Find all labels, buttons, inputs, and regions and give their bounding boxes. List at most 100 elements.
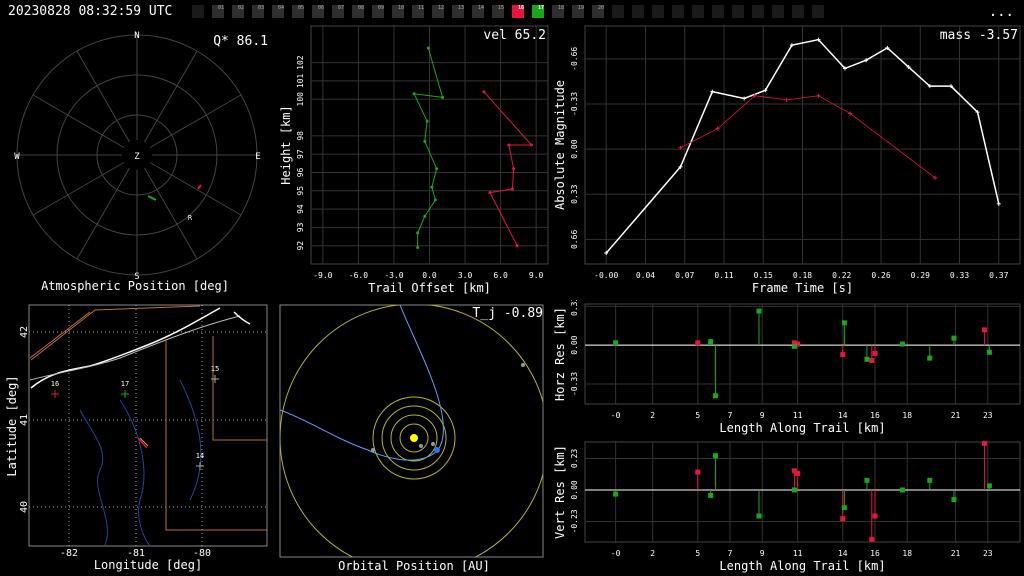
station-toggle-11[interactable]: 11 (412, 5, 424, 18)
y-tick-label: 98 (296, 131, 305, 141)
y-tick-label: -0.23 (570, 509, 579, 533)
x-tick-label: -3.0 (384, 271, 403, 280)
data-point (425, 119, 429, 123)
station-slot-empty[interactable] (772, 5, 784, 18)
data-point (512, 167, 516, 171)
y-tick-label: 0.33 (570, 184, 579, 203)
data-point (869, 536, 875, 542)
x-tick-label: 21 (951, 549, 961, 558)
data-point (435, 167, 439, 171)
station-16-label: 16 (51, 380, 59, 388)
data-point (791, 487, 797, 493)
x-tick-label: 0.22 (832, 271, 851, 280)
x-tick-label: 9 (760, 549, 765, 558)
station-slot-empty[interactable] (732, 5, 744, 18)
data-point (510, 187, 514, 191)
data-point (756, 308, 762, 314)
data-point (426, 46, 430, 50)
x-axis-label: Length Along Trail [km] (719, 559, 885, 573)
compass-east: E (255, 152, 260, 162)
x-tick-label: 18 (902, 549, 912, 558)
data-point (423, 139, 427, 143)
series-1 (613, 308, 992, 399)
station-toggle-01[interactable]: 01 (212, 5, 224, 18)
lat-tick-41: 41 (19, 414, 30, 426)
station-toggle-17[interactable]: 17 (532, 5, 544, 18)
earth-position (434, 447, 440, 453)
station-toggle-04[interactable]: 04 (272, 5, 284, 18)
x-tick-label: 23 (983, 411, 993, 420)
data-point (708, 339, 714, 345)
plot-frame (584, 441, 1021, 543)
series-1 (412, 46, 445, 250)
x-tick-label: 18 (902, 411, 912, 420)
station-toggle-12[interactable]: 12 (432, 5, 444, 18)
station-toggle-10[interactable]: 10 (392, 5, 404, 18)
station-slot-empty[interactable] (812, 5, 824, 18)
station-toggle-07[interactable]: 07 (332, 5, 344, 18)
station-14-marker (196, 462, 204, 470)
x-tick-label: 11 (793, 411, 803, 420)
ground-map: 16 17 15 14 -82 -81 -80 42 41 40 Longitu… (5, 304, 268, 572)
station-toggle-09[interactable]: 09 (372, 5, 384, 18)
meteoroid-orbit (280, 305, 444, 461)
x-tick-label: 2 (650, 549, 655, 558)
y-tick-label: -0.33 (570, 92, 579, 116)
station-toggle-14[interactable]: 14 (472, 5, 484, 18)
station-toggle-06[interactable]: 06 (312, 5, 324, 18)
x-tick-label: 0.26 (871, 271, 890, 280)
station-toggle-13[interactable]: 13 (452, 5, 464, 18)
data-point (951, 497, 957, 503)
station-toggle-03[interactable]: 03 (252, 5, 264, 18)
station-slot-empty[interactable] (752, 5, 764, 18)
station-slot-empty[interactable] (652, 5, 664, 18)
data-point (507, 143, 511, 147)
timestamp: 20230828 08:32:59 UTC (8, 4, 173, 19)
y-tick-label: -0.33 (570, 372, 579, 396)
station-toggle-16[interactable]: 16 (512, 5, 524, 18)
station-slot-empty[interactable] (712, 5, 724, 18)
x-tick-label: 5 (695, 411, 700, 420)
x-tick-label: 0.18 (793, 271, 812, 280)
data-point (441, 95, 445, 99)
x-tick-label: 6.0 (493, 271, 508, 280)
x-tick-label: 0.15 (754, 271, 773, 280)
data-point (416, 231, 420, 235)
y-tick-label: 102 (296, 55, 305, 70)
station-15-label: 15 (211, 365, 219, 373)
atmospheric-position-plot: N S E W Z R Q* 86.1 (14, 31, 268, 282)
station-toggle-05[interactable]: 05 (292, 5, 304, 18)
x-axis-label: Length Along Trail [km] (719, 421, 885, 435)
data-point (864, 356, 870, 362)
station-slot-empty[interactable] (192, 5, 204, 18)
station-toggle-08[interactable]: 08 (352, 5, 364, 18)
map-frame (28, 304, 268, 547)
station-slot-empty[interactable] (692, 5, 704, 18)
station-slot-empty[interactable] (792, 5, 804, 18)
data-point (613, 340, 619, 346)
station-slot-empty[interactable] (632, 5, 644, 18)
more-menu-button[interactable]: ... (989, 4, 1014, 20)
y-tick-label: 0.00 (570, 480, 579, 499)
station-toggle-20[interactable]: 20 (592, 5, 604, 18)
station-toggle-02[interactable]: 02 (232, 5, 244, 18)
station-toggle-15[interactable]: 15 (492, 5, 504, 18)
y-tick-label: 93 (296, 222, 305, 232)
light-curve-plot: -0.00 0.04 0.07 0.11 0.15 0.18 0.22 0.26 0.29 0.3… (553, 25, 1021, 295)
y-tick-label: 0.00 (570, 335, 579, 354)
station-toggle-19[interactable]: 19 (572, 5, 584, 18)
x-axis-label: Trail Offset [km] (368, 281, 491, 295)
x-tick-label: 7 (728, 549, 733, 558)
x-tick-label: 14 (838, 549, 848, 558)
data-point (695, 340, 701, 346)
data-point (515, 244, 519, 248)
x-tick-label: -0 (611, 411, 621, 420)
x-tick-label: 0.29 (911, 271, 930, 280)
station-slot-empty[interactable] (612, 5, 624, 18)
station-slot-empty[interactable] (672, 5, 684, 18)
y-tick-label: 0.66 (570, 230, 579, 249)
series-1 (678, 93, 938, 180)
station-16-marker (51, 390, 59, 398)
station-14-label: 14 (196, 452, 204, 460)
station-toggle-18[interactable]: 18 (552, 5, 564, 18)
